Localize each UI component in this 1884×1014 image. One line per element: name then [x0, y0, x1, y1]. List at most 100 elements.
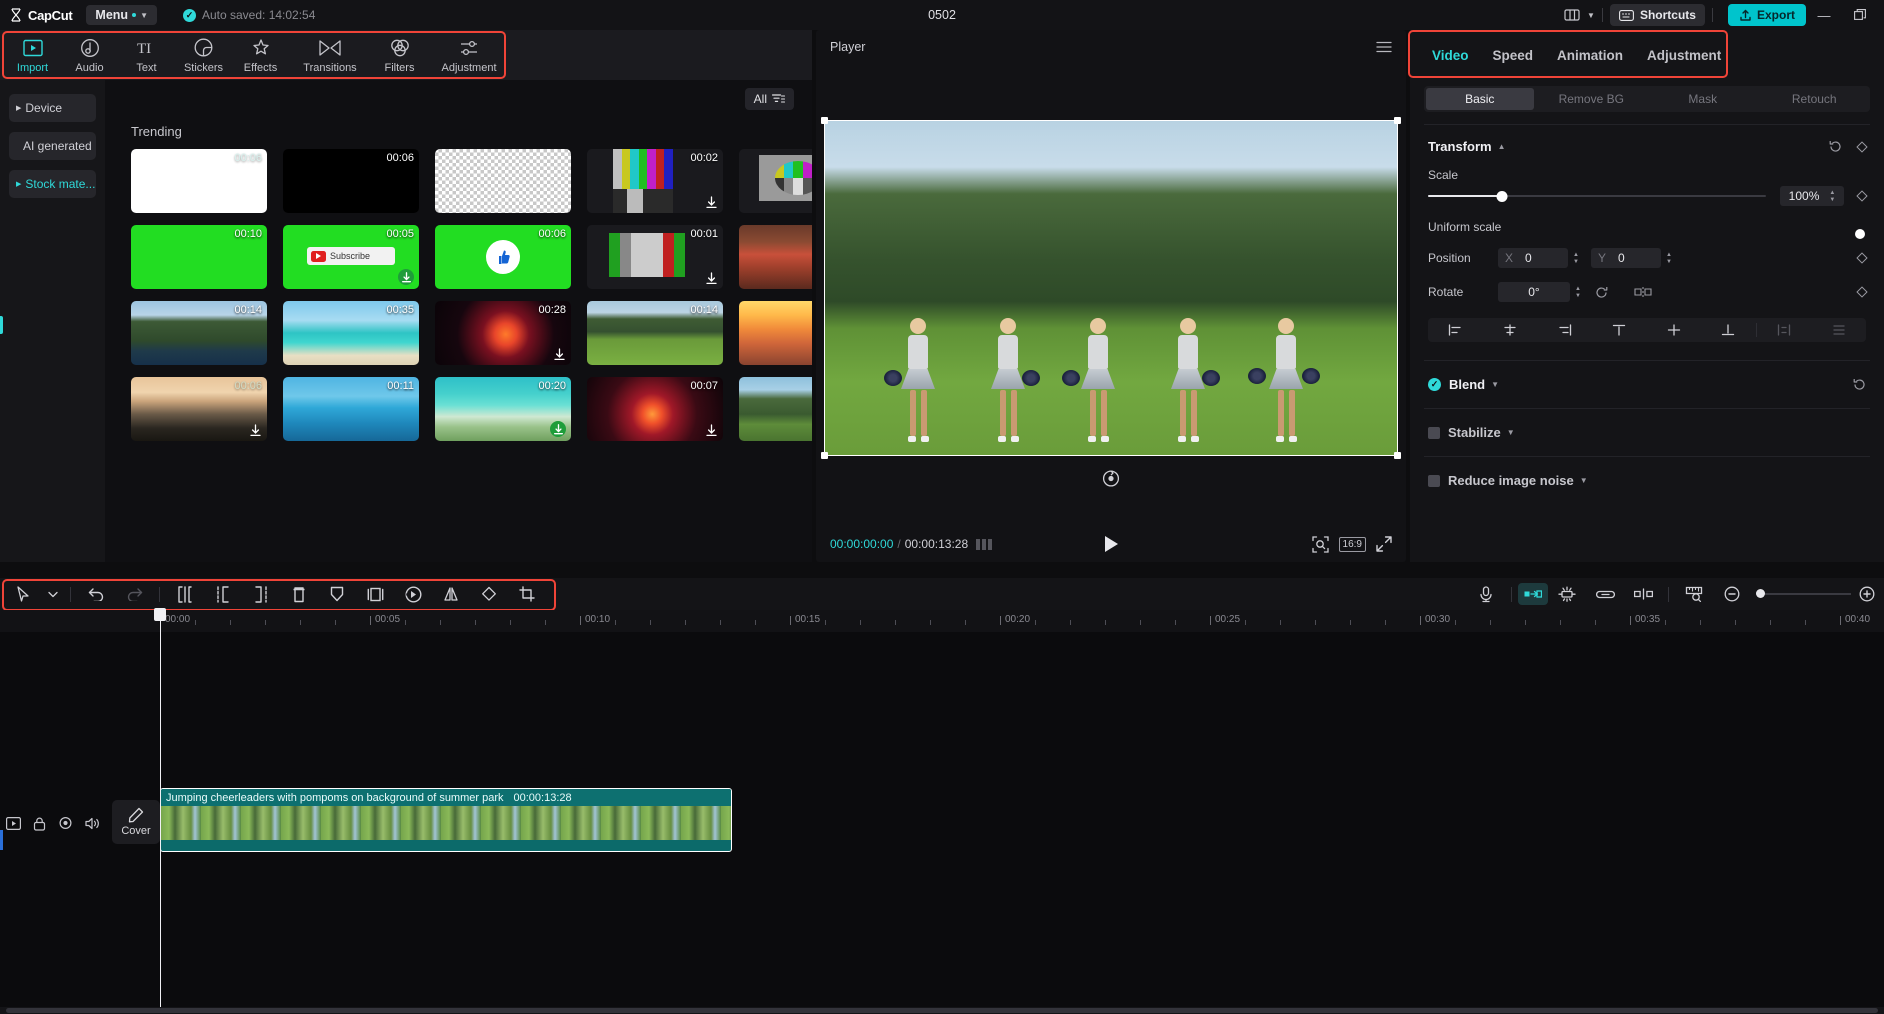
checkbox-unchecked-icon[interactable] [1428, 426, 1440, 439]
keyframe-icon[interactable] [1856, 286, 1868, 298]
smart-tool-icon[interactable] [1548, 580, 1586, 608]
stepper-icon[interactable]: ▲ ▼ [1829, 190, 1835, 203]
download-icon[interactable] [704, 195, 718, 209]
chevron-down-icon[interactable]: ▼ [1507, 428, 1515, 437]
menu-button[interactable]: Menu ▼ [86, 5, 157, 25]
sidebar-item-ai-generated[interactable]: AI generated [9, 132, 96, 160]
align-center-v-icon[interactable] [1647, 324, 1702, 336]
tool-tab-transitions[interactable]: Transitions [289, 31, 371, 79]
timeline-clip[interactable]: Jumping cheerleaders with pompoms on bac… [160, 788, 732, 852]
layout-chevron-icon[interactable]: ▼ [1587, 11, 1595, 20]
cover-button[interactable]: Cover [112, 800, 160, 844]
library-item[interactable]: 00:20 [435, 377, 571, 441]
freeze-frame-icon[interactable] [356, 580, 394, 608]
position-x-input[interactable]: X 0 [1498, 248, 1568, 268]
align-right-icon[interactable] [1537, 324, 1592, 336]
subtab-retouch[interactable]: Retouch [1761, 88, 1869, 110]
resize-handle-bl[interactable] [821, 452, 828, 459]
play-button[interactable] [1103, 535, 1119, 553]
tab-video[interactable]: Video [1432, 48, 1469, 63]
library-item[interactable]: 00:06 [283, 149, 419, 213]
mirror-flip-icon[interactable] [432, 580, 470, 608]
horizontal-scrollbar[interactable] [0, 1007, 1884, 1014]
chevron-down-icon[interactable]: ▼ [1491, 380, 1499, 389]
reset-transform-icon[interactable] [1102, 470, 1120, 487]
library-item[interactable]: 00:11 [739, 225, 812, 289]
library-item[interactable]: 00:13 [739, 377, 812, 441]
library-item[interactable]: 00:23 [739, 301, 812, 365]
zoom-slider[interactable] [1756, 589, 1851, 598]
reverse-icon[interactable] [394, 580, 432, 608]
library-item[interactable]: 00:01 [587, 225, 723, 289]
library-item[interactable]: 00:10 [131, 225, 267, 289]
aspect-ratio-badge[interactable]: 16:9 [1338, 536, 1366, 552]
tab-speed[interactable]: Speed [1493, 48, 1534, 63]
library-item[interactable]: 00:02 [587, 149, 723, 213]
align-bottom-icon[interactable] [1701, 324, 1756, 336]
align-center-h-icon[interactable] [1483, 324, 1538, 336]
stabilize-row[interactable]: Stabilize ▼ [1410, 425, 1884, 440]
keyframe-icon[interactable] [1856, 190, 1868, 202]
zoom-in-icon[interactable] [1856, 580, 1878, 608]
ruler-zoom-icon[interactable] [1675, 580, 1713, 608]
track-preview-icon[interactable] [6, 817, 21, 831]
lock-icon[interactable] [33, 817, 46, 831]
rotate-reset-icon[interactable] [1595, 286, 1608, 299]
fullscreen-icon[interactable] [1376, 536, 1392, 552]
scale-value-input[interactable]: 100% ▲ ▼ [1780, 186, 1844, 206]
tool-tab-stickers[interactable]: Stickers [175, 31, 232, 79]
minimize-icon[interactable]: — [1806, 0, 1842, 30]
rotate-icon[interactable] [470, 580, 508, 608]
align-left-icon[interactable] [1428, 324, 1483, 336]
library-item[interactable]: 00:07 [587, 377, 723, 441]
split-icon[interactable] [166, 580, 204, 608]
tool-tab-adjustment[interactable]: Adjustment [428, 31, 510, 79]
link-icon[interactable] [1586, 580, 1624, 608]
zoom-slider-knob[interactable] [1756, 589, 1765, 598]
crop-icon[interactable] [508, 580, 546, 608]
subtab-remove-bg[interactable]: Remove BG [1538, 88, 1646, 110]
keyframe-icon[interactable] [1856, 252, 1868, 264]
player-stage[interactable] [821, 117, 1401, 459]
restore-icon[interactable] [1842, 0, 1878, 30]
tool-tab-effects[interactable]: Effects [232, 31, 289, 79]
library-item[interactable]: 00:28 [435, 301, 571, 365]
resize-handle-br[interactable] [1394, 452, 1401, 459]
layout-icon[interactable] [1557, 4, 1587, 26]
playhead-handle[interactable] [154, 608, 166, 621]
distribute-v-icon[interactable] [1811, 324, 1866, 336]
library-item[interactable]: 00:14 [131, 301, 267, 365]
tool-tab-audio[interactable]: Audio [61, 31, 118, 79]
position-y-input[interactable]: Y 0 [1590, 248, 1661, 268]
check-icon[interactable]: ✓ [1428, 378, 1441, 391]
crop-preview-icon[interactable] [1311, 535, 1329, 553]
dropdown-caret-icon[interactable] [42, 580, 64, 608]
split-apart-icon[interactable] [1624, 580, 1662, 608]
reset-icon[interactable] [1829, 140, 1842, 153]
subtab-mask[interactable]: Mask [1649, 88, 1757, 110]
shortcuts-button[interactable]: Shortcuts [1609, 4, 1705, 26]
frames-icon[interactable] [976, 538, 993, 550]
slider-knob[interactable] [1496, 190, 1508, 202]
resize-handle-tr[interactable] [1394, 117, 1401, 124]
distribute-h-icon[interactable] [1757, 324, 1812, 336]
microphone-icon[interactable] [1467, 580, 1505, 608]
undo-icon[interactable] [77, 580, 115, 608]
library-item[interactable]: Subscribe 00:05 [283, 225, 419, 289]
zoom-out-icon[interactable] [1713, 580, 1751, 608]
scale-slider[interactable] [1428, 189, 1766, 203]
library-item[interactable]: 00:06 [435, 225, 571, 289]
mirror-icon[interactable] [1634, 286, 1652, 298]
download-icon[interactable] [704, 271, 718, 285]
tool-tab-import[interactable]: Import [4, 31, 61, 79]
sidebar-item-stock-materials[interactable]: ▶ Stock mate... [9, 170, 96, 198]
trim-left-icon[interactable] [204, 580, 242, 608]
stepper-icon[interactable]: ▲ ▼ [1573, 252, 1579, 265]
reset-icon[interactable] [1853, 378, 1866, 391]
filter-all-button[interactable]: All [744, 88, 794, 110]
rotate-input[interactable]: 0° [1498, 282, 1570, 302]
download-icon[interactable] [552, 347, 566, 361]
mask-shield-icon[interactable] [318, 580, 356, 608]
stepper-icon[interactable]: ▲ ▼ [1575, 286, 1581, 299]
mute-icon[interactable] [85, 817, 100, 831]
